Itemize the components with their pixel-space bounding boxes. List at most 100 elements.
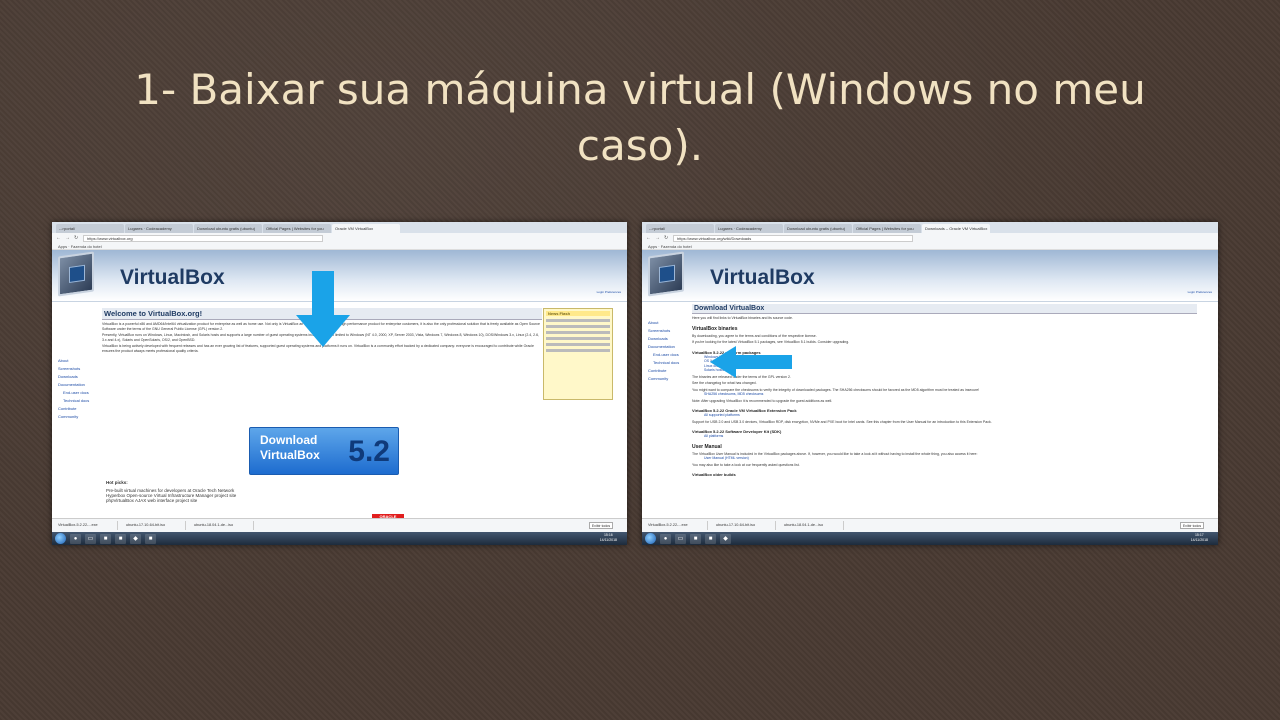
address-bar: ← → ↻ https://www.virtualbox.org/wiki/Do… [642, 233, 1218, 243]
download-virtualbox-button[interactable]: Download VirtualBox 5.2 [249, 427, 399, 475]
sidebar-item-contribute[interactable]: Contribute [648, 368, 692, 373]
virtualbox-icon[interactable]: ◆ [720, 533, 731, 544]
user-manual-heading: User Manual [692, 443, 722, 450]
chrome-icon[interactable]: ● [70, 533, 81, 544]
vb-sidebar: About Screenshots Downloads Documentatio… [52, 302, 102, 508]
url-input[interactable]: https://www.virtualbox.org/wiki/Download… [673, 234, 913, 242]
sidebar-item-community[interactable]: Community [648, 376, 692, 381]
vb-body: About Screenshots Downloads Documentatio… [642, 302, 1218, 508]
vb-header: VirtualBox Login Preferences [642, 250, 1218, 302]
download-item[interactable]: ubuntu-17.10-64-bit.iso [714, 521, 776, 530]
download-item[interactable]: ubuntu-18.04.1-de...iso [192, 521, 254, 530]
login-links[interactable]: Login Preferences [1188, 290, 1212, 294]
chrome-icon[interactable]: ● [660, 533, 671, 544]
sidebar-item-technical-docs[interactable]: Technical docs [58, 398, 102, 403]
browser-tab[interactable]: Lugares · Codeacademy [715, 224, 783, 233]
news-line [546, 337, 610, 340]
sidebar-item-end-user-docs[interactable]: End-user docs [58, 390, 102, 395]
download-button-line1: Download [260, 433, 318, 447]
checksum-link[interactable]: SHA256 checksums, MD5 checksums [692, 392, 1214, 397]
sidebar-item-contribute[interactable]: Contribute [58, 406, 102, 411]
reload-icon[interactable]: ↻ [664, 235, 670, 241]
user-manual-link[interactable]: User Manual (HTML version) [692, 456, 1214, 461]
download-button-version: 5.2 [348, 435, 390, 468]
sidebar-item-downloads[interactable]: Downloads [648, 336, 692, 341]
hot-pick-item[interactable]: phpVirtualBox AJAX web interface project… [106, 498, 236, 503]
browser-tab[interactable]: -->portal/ [56, 224, 124, 233]
note-text: Note: After upgrading VirtualBox it is r… [692, 398, 833, 403]
sidebar-item-technical-docs[interactable]: Technical docs [648, 360, 692, 365]
virtualbox-logo-icon [58, 251, 94, 297]
browser-tab[interactable]: Lugares · Codeacademy [125, 224, 193, 233]
forward-icon[interactable]: → [65, 235, 71, 241]
news-line [546, 343, 610, 346]
app-icon[interactable]: ■ [145, 533, 156, 544]
sidebar-item-about[interactable]: About [648, 320, 692, 325]
blue-arrow-down-icon [296, 271, 350, 347]
browser-tab-active[interactable]: Oracle VM VirtualBox [332, 224, 400, 233]
download-item[interactable]: ubuntu-18.04.1-de...iso [782, 521, 844, 530]
news-line [546, 319, 610, 322]
download-item[interactable]: VirtualBox-5.2.22-...exe [56, 521, 118, 530]
download-item[interactable]: ubuntu-17.10-64-bit.iso [124, 521, 186, 530]
intro-text: Here you will find links to VirtualBox b… [692, 316, 793, 320]
blue-arrow-left-icon [710, 346, 792, 378]
vb-sidebar: About Screenshots Downloads Documentatio… [642, 302, 692, 508]
bookmark-item[interactable]: Fazenda do hotel [661, 244, 692, 249]
start-button-icon[interactable] [645, 533, 656, 544]
browser-tab[interactable]: Download ubuntu gratis (ubuntu) [784, 224, 852, 233]
news-line [546, 349, 610, 352]
bookmark-apps[interactable]: Apps [58, 244, 67, 249]
older-builds-heading: VirtualBox older builds [692, 472, 736, 477]
start-button-icon[interactable] [55, 533, 66, 544]
sidebar-item-about[interactable]: About [58, 358, 102, 363]
browser-tab[interactable]: Official Pages | Websites for you [853, 224, 921, 233]
vb-brand: VirtualBox [710, 266, 815, 289]
vb-brand: VirtualBox [120, 266, 225, 289]
browser-tab-bar: -->portal/ Lugares · Codeacademy Downloa… [642, 222, 1218, 233]
sidebar-item-downloads[interactable]: Downloads [58, 374, 102, 379]
sidebar-item-community[interactable]: Community [58, 414, 102, 419]
binaries-heading: VirtualBox binaries [692, 325, 738, 332]
folder-icon[interactable]: ▭ [675, 533, 686, 544]
windows-taskbar: ● ▭ ■ ■ ◆ 15:17 14/11/2018 [642, 532, 1218, 545]
browser-tab[interactable]: Official Pages | Websites for you [263, 224, 331, 233]
url-input[interactable]: https://www.virtualbox.org [83, 234, 323, 242]
reload-icon[interactable]: ↻ [74, 235, 80, 241]
hot-picks: Hot picks: Pre-built virtual machines fo… [106, 480, 236, 503]
forward-icon[interactable]: → [655, 235, 661, 241]
show-all-downloads-button[interactable]: Exibir todos [589, 522, 613, 529]
downloads-bar: VirtualBox-5.2.22-...exe ubuntu-17.10-64… [52, 518, 627, 532]
show-all-downloads-button[interactable]: Exibir todos [1180, 522, 1204, 529]
bookmark-apps[interactable]: Apps [648, 244, 657, 249]
download-heading: Download VirtualBox [692, 304, 1197, 314]
extension-pack-link[interactable]: All supported platforms [692, 413, 1214, 418]
app-icon[interactable]: ■ [100, 533, 111, 544]
sidebar-item-documentation[interactable]: Documentation [648, 344, 692, 349]
app-icon[interactable]: ■ [705, 533, 716, 544]
vb-main: Download VirtualBox Here you will find l… [692, 302, 1218, 508]
slide-title: 1- Baixar sua máquina virtual (Windows n… [134, 65, 1146, 170]
browser-tab[interactable]: -->portal/ [646, 224, 714, 233]
back-icon[interactable]: ← [56, 235, 62, 241]
bookmark-item[interactable]: Fazenda do hotel [71, 244, 102, 249]
virtualbox-logo-icon [648, 251, 684, 297]
login-links[interactable]: Login Preferences [597, 290, 621, 294]
browser-tab-active[interactable]: Downloads – Oracle VM VirtualBox [922, 224, 990, 233]
address-bar: ← → ↻ https://www.virtualbox.org [52, 233, 627, 243]
browser-tab[interactable]: Download ubuntu gratis (ubuntu) [194, 224, 262, 233]
sdk-link[interactable]: All platforms [692, 434, 1214, 439]
sidebar-item-screenshots[interactable]: Screenshots [58, 366, 102, 371]
back-icon[interactable]: ← [646, 235, 652, 241]
bookmarks-bar: Apps · Fazenda do hotel [52, 243, 627, 250]
screenshot-virtualbox-home: -->portal/ Lugares · Codeacademy Downloa… [52, 222, 627, 545]
news-heading: News Flash [546, 311, 610, 316]
virtualbox-icon[interactable]: ◆ [130, 533, 141, 544]
sidebar-item-documentation[interactable]: Documentation [58, 382, 102, 387]
download-item[interactable]: VirtualBox-5.2.22-...exe [646, 521, 708, 530]
folder-icon[interactable]: ▭ [85, 533, 96, 544]
app-icon[interactable]: ■ [115, 533, 126, 544]
sidebar-item-end-user-docs[interactable]: End-user docs [648, 352, 692, 357]
app-icon[interactable]: ■ [690, 533, 701, 544]
sidebar-item-screenshots[interactable]: Screenshots [648, 328, 692, 333]
